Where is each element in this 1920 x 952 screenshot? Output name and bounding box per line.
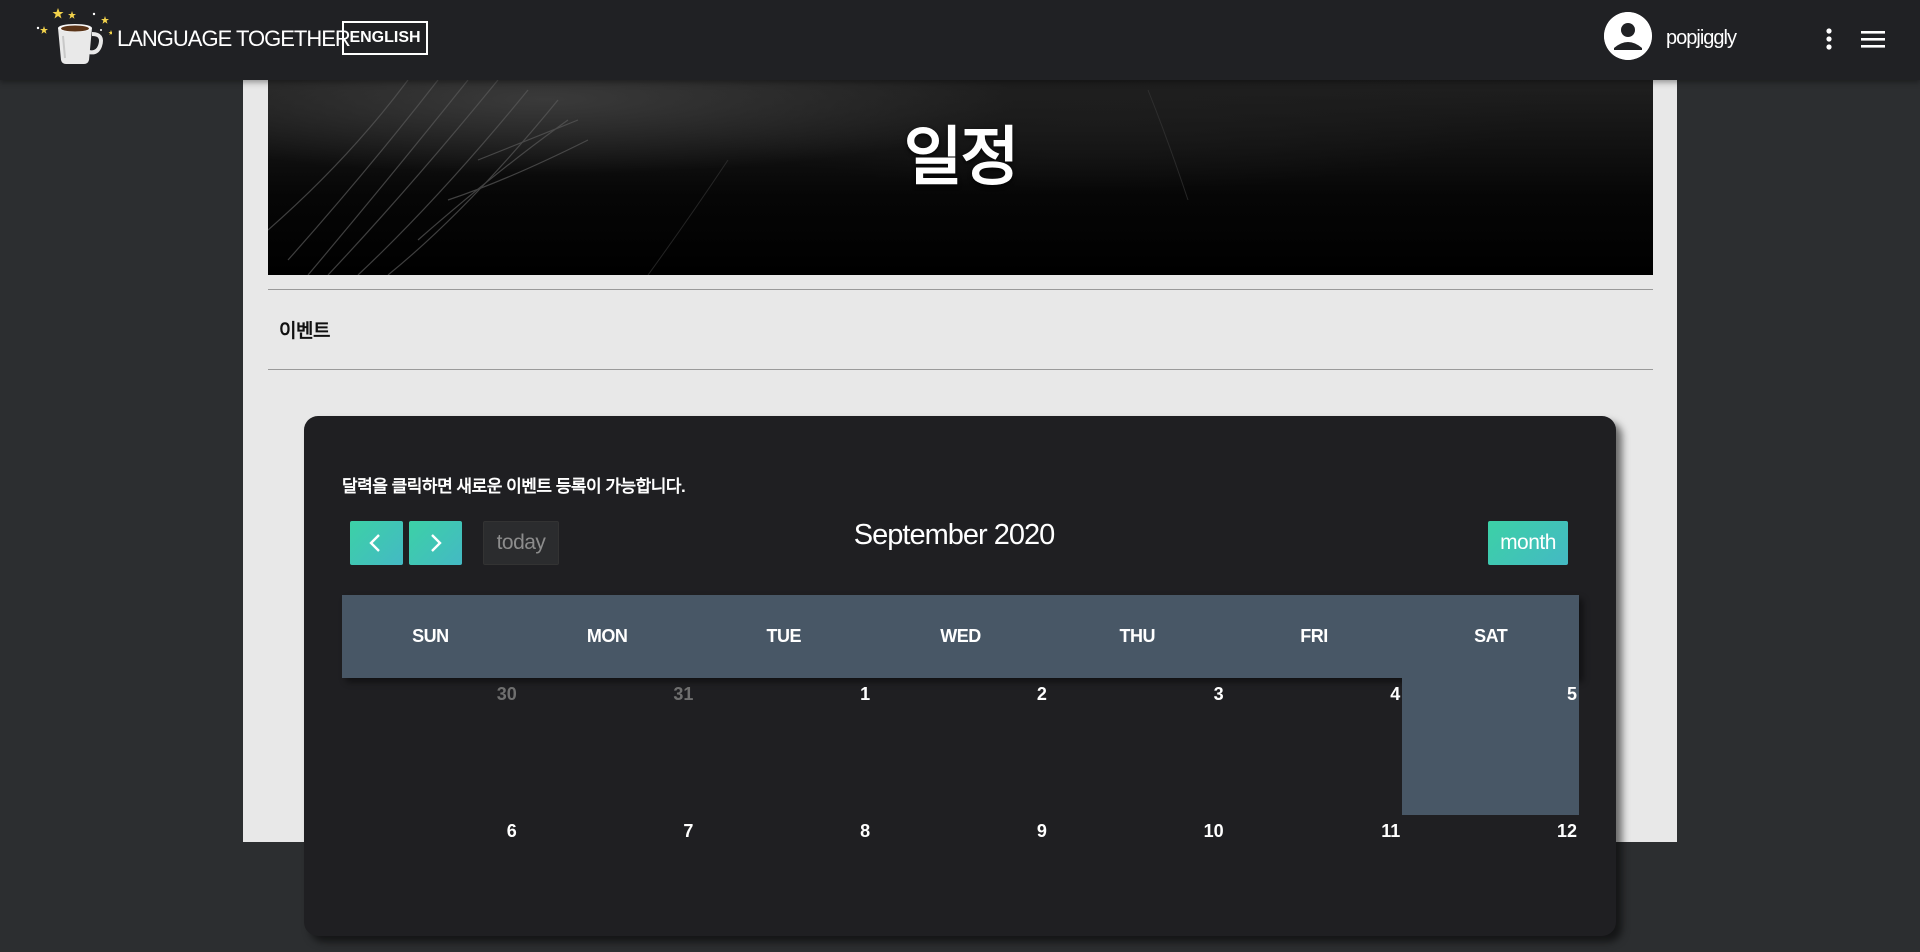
calendar-day-cell[interactable]: 31 [519, 678, 696, 815]
day-number: 12 [1557, 821, 1578, 841]
menu-icon[interactable] [1860, 28, 1886, 50]
tab-events[interactable]: 이벤트 [279, 316, 330, 343]
day-number: 30 [496, 684, 517, 704]
weekday-tue: TUE [766, 626, 802, 646]
avatar-icon[interactable] [1604, 12, 1652, 60]
weekday-sun: SUN [412, 626, 449, 646]
day-number: 11 [1381, 821, 1401, 841]
day-number: 6 [506, 821, 517, 841]
calendar-day-cell[interactable]: 10 [1049, 815, 1226, 952]
calendar-week: 30 31 1 2 3 4 5 [342, 678, 1580, 815]
top-bar: LANGUAGE TOGETHER ENGLISH popjiggly [0, 0, 1920, 80]
day-number: 9 [1036, 821, 1047, 841]
calendar-day-cell[interactable]: 4 [1226, 678, 1403, 815]
day-number: 3 [1213, 684, 1224, 704]
divider [268, 369, 1653, 370]
calendar-day-cell[interactable]: 11 [1226, 815, 1403, 952]
calendar-day-cell[interactable]: 2 [872, 678, 1049, 815]
day-number: 7 [683, 821, 694, 841]
calendar-day-cell[interactable]: 1 [695, 678, 872, 815]
day-number: 4 [1390, 684, 1401, 704]
calendar-hint: 달력을 클릭하면 새로운 이벤트 등록이 가능합니다. [342, 477, 686, 496]
page-title: 일정 [903, 121, 1020, 193]
calendar-day-cell[interactable]: 7 [519, 815, 696, 952]
day-number: 8 [860, 821, 871, 841]
calendar-card: 달력을 클릭하면 새로운 이벤트 등록이 가능합니다. today Septem… [304, 416, 1616, 936]
weekday-mon: MON [586, 626, 628, 646]
hero-banner: 일정 [268, 80, 1653, 275]
language-button[interactable]: ENGLISH [342, 21, 428, 55]
month-view-button[interactable]: month [1488, 521, 1568, 565]
day-number: 31 [673, 684, 694, 704]
weekday-thu: THU [1119, 626, 1155, 646]
calendar-week: 6 7 8 9 10 11 12 [342, 815, 1579, 952]
calendar-day-cell-today[interactable]: 5 [1402, 678, 1580, 815]
divider [268, 289, 1653, 290]
weekday-wed: WED [940, 626, 981, 646]
coffee-logo-icon[interactable] [32, 6, 114, 66]
brand-name[interactable]: LANGUAGE TOGETHER [117, 26, 351, 52]
calendar-day-cell[interactable]: 3 [1049, 678, 1226, 815]
day-number: 2 [1036, 684, 1047, 704]
calendar-day-cell[interactable]: 6 [342, 815, 519, 952]
weekday-fri: FRI [1300, 626, 1328, 646]
username[interactable]: popjiggly [1666, 27, 1737, 50]
day-number: 1 [860, 684, 871, 704]
calendar-day-cell[interactable]: 12 [1402, 815, 1579, 952]
day-number: 5 [1567, 684, 1578, 704]
weekday-sat: SAT [1474, 626, 1508, 646]
calendar-day-cell[interactable]: 9 [872, 815, 1049, 952]
weekday-header: SUN MON TUE WED THU FRI SAT [342, 595, 1579, 678]
content-panel: 일정 이벤트 달력을 클릭하면 새로운 이벤트 등록이 가능합니다. today… [243, 80, 1677, 936]
calendar-day-cell[interactable]: 30 [342, 678, 519, 815]
calendar-day-cell[interactable]: 8 [695, 815, 872, 952]
more-vert-icon[interactable] [1820, 26, 1838, 52]
day-number: 10 [1203, 821, 1224, 841]
